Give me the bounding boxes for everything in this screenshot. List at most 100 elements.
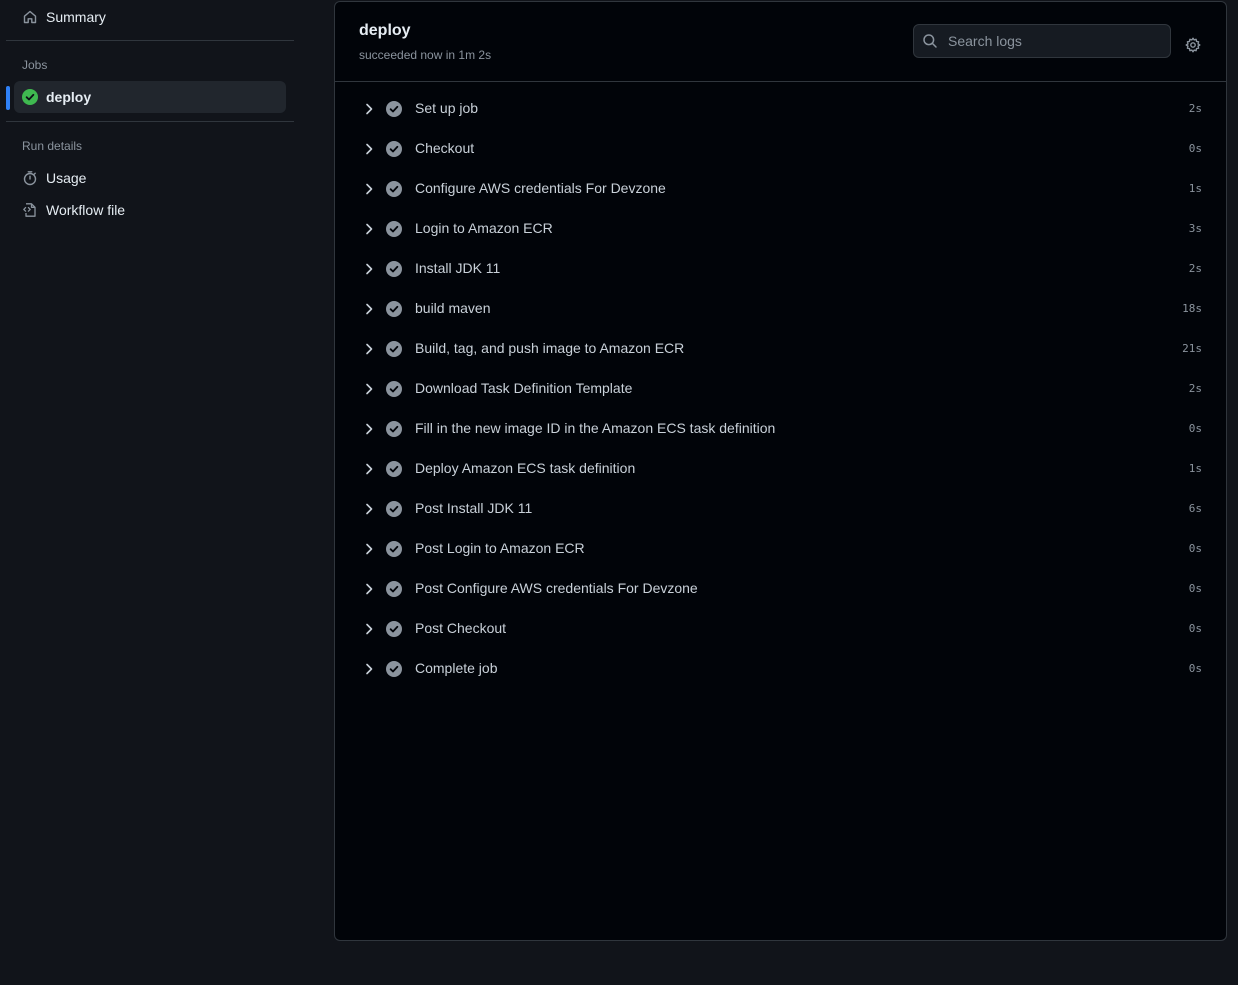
sidebar-item-workflow-file[interactable]: Workflow file [14, 194, 286, 226]
step-duration: 0s [1188, 422, 1202, 435]
sidebar-item-deploy[interactable]: deploy [14, 81, 286, 113]
job-log-panel: deploy succeeded now in 1m 2s Set up job… [334, 1, 1227, 941]
step-name: Login to Amazon ECR [415, 220, 553, 236]
step-duration: 1s [1188, 182, 1202, 195]
chevron-right-icon[interactable] [361, 461, 377, 477]
step-duration: 0s [1188, 582, 1202, 595]
check-circle-icon [386, 141, 402, 157]
step-name: Post Configure AWS credentials For Devzo… [415, 580, 698, 596]
step-row[interactable]: Login to Amazon ECR 3s [335, 209, 1226, 249]
check-circle-icon [386, 181, 402, 197]
home-icon [22, 9, 38, 25]
chevron-right-icon[interactable] [361, 541, 377, 557]
step-duration: 0s [1188, 662, 1202, 675]
step-row[interactable]: Checkout 0s [335, 129, 1226, 169]
step-row[interactable]: Install JDK 11 2s [335, 249, 1226, 289]
chevron-right-icon[interactable] [361, 141, 377, 157]
step-duration: 0s [1188, 542, 1202, 555]
steps-list: Set up job 2s Checkout 0s Configure AWS cred… [335, 89, 1226, 689]
check-circle-icon [386, 421, 402, 437]
step-row[interactable]: Set up job 2s [335, 89, 1226, 129]
chevron-right-icon[interactable] [361, 621, 377, 637]
job-header: deploy succeeded now in 1m 2s [335, 2, 1226, 82]
log-settings-button[interactable] [1183, 35, 1203, 55]
sidebar: Summary Jobs deploy Run details Usage Wo… [0, 0, 300, 985]
step-row[interactable]: Post Configure AWS credentials For Devzo… [335, 569, 1226, 609]
step-row[interactable]: build maven 18s [335, 289, 1226, 329]
gear-icon [1185, 37, 1201, 53]
stopwatch-icon [22, 170, 38, 186]
chevron-right-icon[interactable] [361, 101, 377, 117]
step-duration: 2s [1188, 382, 1202, 395]
step-duration: 2s [1188, 262, 1202, 275]
search-logs-box[interactable] [913, 24, 1171, 58]
chevron-right-icon[interactable] [361, 501, 377, 517]
step-row[interactable]: Deploy Amazon ECS task definition 1s [335, 449, 1226, 489]
step-duration: 2s [1188, 102, 1202, 115]
step-row[interactable]: Complete job 0s [335, 649, 1226, 689]
active-indicator [6, 86, 10, 110]
job-status: succeeded now in 1m 2s [359, 48, 492, 62]
check-circle-icon [386, 381, 402, 397]
sidebar-item-usage[interactable]: Usage [14, 162, 286, 194]
step-row[interactable]: Post Checkout 0s [335, 609, 1226, 649]
check-circle-icon [386, 621, 402, 637]
step-row[interactable]: Post Install JDK 11 6s [335, 489, 1226, 529]
check-circle-icon [386, 221, 402, 237]
file-code-icon [22, 202, 38, 218]
chevron-right-icon[interactable] [361, 381, 377, 397]
check-circle-icon [386, 341, 402, 357]
check-circle-icon [386, 581, 402, 597]
chevron-right-icon[interactable] [361, 421, 377, 437]
check-circle-icon [386, 501, 402, 517]
step-name: Deploy Amazon ECS task definition [415, 460, 636, 476]
step-duration: 1s [1188, 462, 1202, 475]
sidebar-item-label: deploy [46, 89, 92, 105]
step-row[interactable]: Configure AWS credentials For Devzone 1s [335, 169, 1226, 209]
sidebar-item-label: Summary [46, 9, 106, 25]
step-duration: 0s [1188, 142, 1202, 155]
step-duration: 18s [1182, 302, 1202, 315]
step-name: Post Login to Amazon ECR [415, 540, 585, 556]
step-name: Complete job [415, 660, 498, 676]
step-row[interactable]: Post Login to Amazon ECR 0s [335, 529, 1226, 569]
check-circle-icon [386, 101, 402, 117]
step-row[interactable]: Fill in the new image ID in the Amazon E… [335, 409, 1226, 449]
step-duration: 0s [1188, 622, 1202, 635]
check-circle-icon [386, 461, 402, 477]
sidebar-divider [6, 121, 294, 122]
sidebar-item-summary[interactable]: Summary [14, 1, 286, 33]
step-name: Configure AWS credentials For Devzone [415, 180, 666, 196]
step-name: Build, tag, and push image to Amazon ECR [415, 340, 685, 356]
step-duration: 6s [1188, 502, 1202, 515]
check-circle-icon [386, 661, 402, 677]
step-row[interactable]: Download Task Definition Template 2s [335, 369, 1226, 409]
search-logs-input[interactable] [946, 32, 1156, 50]
step-name: Set up job [415, 100, 479, 116]
check-circle-icon [386, 261, 402, 277]
chevron-right-icon[interactable] [361, 261, 377, 277]
chevron-right-icon[interactable] [361, 181, 377, 197]
step-name: Fill in the new image ID in the Amazon E… [415, 420, 776, 436]
chevron-right-icon[interactable] [361, 301, 377, 317]
step-duration: 21s [1182, 342, 1202, 355]
check-circle-icon [386, 301, 402, 317]
job-title: deploy [359, 22, 411, 39]
step-duration: 3s [1188, 222, 1202, 235]
sidebar-item-label: Workflow file [46, 202, 126, 218]
chevron-right-icon[interactable] [361, 581, 377, 597]
step-name: Checkout [415, 140, 475, 156]
step-name: Post Checkout [415, 620, 507, 636]
run-details-heading: Run details [22, 139, 83, 153]
step-name: Install JDK 11 [415, 260, 501, 276]
step-name: build maven [415, 300, 491, 316]
step-row[interactable]: Build, tag, and push image to Amazon ECR… [335, 329, 1226, 369]
step-name: Post Install JDK 11 [415, 500, 533, 516]
check-circle-icon [386, 541, 402, 557]
step-name: Download Task Definition Template [415, 380, 633, 396]
chevron-right-icon[interactable] [361, 661, 377, 677]
check-circle-icon [22, 89, 38, 105]
chevron-right-icon[interactable] [361, 341, 377, 357]
chevron-right-icon[interactable] [361, 221, 377, 237]
sidebar-item-label: Usage [46, 170, 87, 186]
